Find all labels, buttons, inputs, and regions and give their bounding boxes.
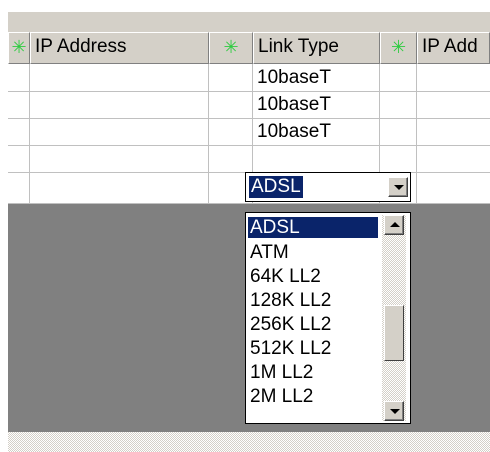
column-header-link-type[interactable]: Link Type: [253, 32, 380, 64]
grid-line: [8, 91, 490, 92]
column-status-icon[interactable]: ✳: [209, 32, 253, 64]
link-type-dropdown-list[interactable]: ADSL ATM 64K LL2 128K LL2 256K LL2 512K …: [245, 212, 411, 424]
column-status-icon[interactable]: ✳: [380, 32, 417, 64]
chevron-down-icon: [394, 185, 404, 190]
dropdown-button[interactable]: [388, 177, 408, 197]
column-status-icon[interactable]: ✳: [8, 32, 30, 64]
grid-line: [208, 64, 209, 204]
dropdown-scrollbar[interactable]: [382, 215, 406, 421]
chevron-down-icon: [390, 409, 400, 414]
column-header-ip-address[interactable]: IP Address: [30, 32, 209, 64]
dropdown-option[interactable]: 128K LL2: [248, 290, 378, 311]
dropdown-option[interactable]: 256K LL2: [248, 314, 378, 335]
grid-line: [29, 64, 30, 204]
dropdown-option[interactable]: 2M LL2: [248, 386, 378, 407]
column-header-ip-address-2[interactable]: IP Add: [417, 32, 490, 64]
dropdown-option[interactable]: 512K LL2: [248, 338, 378, 359]
table-cell-link-type[interactable]: 10baseT: [253, 92, 331, 118]
link-type-combobox[interactable]: ADSL: [245, 172, 411, 202]
dropdown-option[interactable]: ADSL: [248, 217, 378, 238]
scroll-down-button[interactable]: [384, 401, 404, 421]
grid-line: [8, 145, 490, 146]
table-cell-link-type[interactable]: 10baseT: [253, 119, 331, 145]
scrollbar-thumb[interactable]: [384, 305, 404, 361]
toolbar-strip: [8, 12, 490, 32]
grid-line: [8, 118, 490, 119]
horizontal-scrollbar[interactable]: [8, 432, 490, 452]
table-cell-link-type[interactable]: 10baseT: [253, 65, 331, 91]
grid-line: [416, 64, 417, 204]
combobox-value[interactable]: ADSL: [249, 176, 303, 198]
dropdown-option[interactable]: 64K LL2: [248, 266, 378, 287]
chevron-up-icon: [390, 222, 400, 227]
scroll-up-button[interactable]: [384, 215, 404, 235]
dropdown-option[interactable]: ATM: [248, 242, 378, 263]
dropdown-option[interactable]: 1M LL2: [248, 362, 378, 383]
